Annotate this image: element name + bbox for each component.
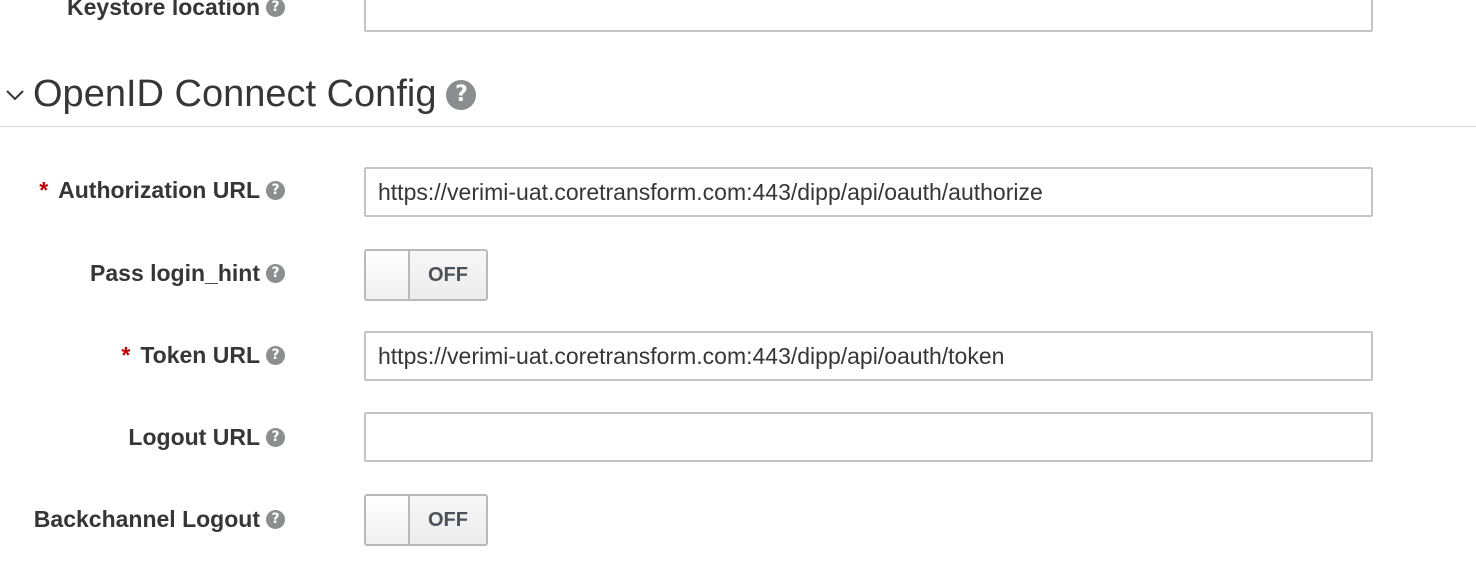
toggle-state: OFF <box>410 251 486 299</box>
section-title-wrap: OpenID Connect Config ? <box>33 73 477 116</box>
question-circle-icon[interactable]: ? <box>266 264 285 283</box>
toggle-knob <box>366 251 410 299</box>
toggle-knob <box>366 496 410 544</box>
backchannel-logout-label-wrap: Backchannel Logout ? <box>34 506 285 533</box>
token-url-input[interactable] <box>364 331 1373 381</box>
chevron-down-icon[interactable] <box>4 84 26 106</box>
token-url-label: Token URL <box>140 342 260 368</box>
authorization-url-label-wrap: * Authorization URL ? <box>39 177 285 204</box>
question-circle-icon[interactable]: ? <box>266 346 285 365</box>
logout-url-label-wrap: Logout URL ? <box>128 424 285 451</box>
openid-config-page: Keystore location ? OpenID Connect Confi… <box>0 0 1476 566</box>
pass-login-hint-label: Pass login_hint <box>90 260 260 286</box>
backchannel-logout-toggle[interactable]: OFF <box>364 494 488 546</box>
question-circle-icon[interactable]: ? <box>266 510 285 529</box>
pass-login-hint-label-wrap: Pass login_hint ? <box>90 260 285 287</box>
authorization-url-label: Authorization URL <box>58 177 260 203</box>
question-circle-icon[interactable]: ? <box>266 0 285 17</box>
keystore-location-label: Keystore location <box>67 0 260 20</box>
pass-login-hint-toggle[interactable]: OFF <box>364 249 488 301</box>
question-circle-icon[interactable]: ? <box>266 428 285 447</box>
token-url-label-wrap: * Token URL ? <box>121 342 285 369</box>
backchannel-logout-label: Backchannel Logout <box>33 506 260 532</box>
logout-url-label: Logout URL <box>128 424 260 450</box>
section-header-openid-connect-config: OpenID Connect Config ? <box>0 70 1476 127</box>
logout-url-input[interactable] <box>364 412 1373 462</box>
keystore-location-input[interactable] <box>364 0 1373 32</box>
question-circle-icon[interactable]: ? <box>266 181 285 200</box>
section-title: OpenID Connect Config <box>33 73 437 115</box>
keystore-location-label-wrap: Keystore location ? <box>67 0 285 21</box>
required-asterisk: * <box>39 177 49 203</box>
question-circle-icon[interactable]: ? <box>446 79 477 110</box>
authorization-url-input[interactable] <box>364 167 1373 217</box>
required-asterisk: * <box>121 342 131 368</box>
toggle-state: OFF <box>410 496 486 544</box>
